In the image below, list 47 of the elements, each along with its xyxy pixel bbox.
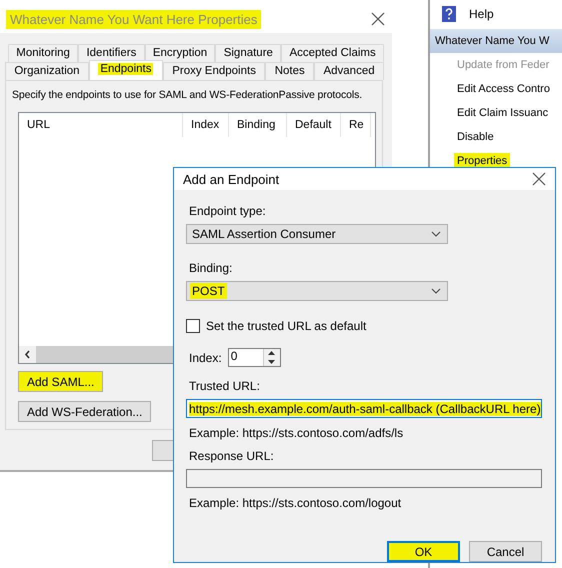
- example-text: Example: https://sts.contoso.com/logout: [189, 496, 402, 510]
- column-header[interactable]: Binding: [229, 113, 287, 137]
- field-label: Binding:: [189, 261, 234, 277]
- help-icon[interactable]: [441, 6, 457, 22]
- chevron-down-icon[interactable]: [431, 231, 441, 237]
- actions-header[interactable]: Whatever Name You W: [430, 29, 562, 53]
- tab[interactable]: Proxy Endpoints: [162, 62, 266, 80]
- tab[interactable]: Organization: [5, 62, 89, 80]
- dialog-title: Add an Endpoint: [183, 172, 280, 186]
- column-header[interactable]: Re: [341, 113, 371, 137]
- field-label: Endpoint type:: [189, 204, 267, 220]
- add-button[interactable]: Add WS-Federation...: [18, 401, 152, 422]
- close-icon[interactable]: [531, 171, 547, 187]
- scroll-left-icon[interactable]: [19, 346, 36, 363]
- action-item[interactable]: Edit Access Contro: [430, 77, 562, 101]
- endpoint-type-dropdown[interactable]: SAML Assertion Consumer: [186, 224, 448, 244]
- field-label: Response URL:: [189, 449, 275, 465]
- checkbox[interactable]: [186, 319, 200, 333]
- column-header[interactable]: Index: [183, 113, 229, 137]
- window-title: Whatever Name You Want Here Properties: [6, 10, 262, 28]
- chevron-down-icon[interactable]: [431, 288, 441, 294]
- example-text: Example: https://sts.contoso.com/adfs/ls: [189, 426, 404, 440]
- tab[interactable]: Monitoring: [8, 44, 78, 62]
- column-header[interactable]: URL: [19, 113, 183, 137]
- tab[interactable]: Notes: [265, 62, 314, 80]
- action-item[interactable]: Edit Claim Issuanc: [430, 101, 562, 125]
- tab[interactable]: Encryption: [144, 44, 216, 62]
- binding-dropdown[interactable]: POST: [186, 281, 448, 301]
- trusted-url-field[interactable]: https://mesh.example.com/auth-saml-callback (CallbackURL here): [186, 399, 542, 418]
- description-text: Specify the endpoints to use for SAML and WS-FederationPassive protocols.: [12, 88, 364, 102]
- tab[interactable]: Endpoints: [88, 60, 163, 80]
- column-header[interactable]: Default: [287, 113, 341, 137]
- dialog-button[interactable]: OK: [387, 541, 460, 562]
- dialog-button[interactable]: Cancel: [469, 541, 542, 562]
- field-label: Index:: [189, 350, 222, 364]
- index-spinner[interactable]: 0: [228, 348, 281, 367]
- help-link[interactable]: Help: [469, 7, 494, 21]
- tab[interactable]: Advanced: [314, 62, 384, 80]
- response-url-field[interactable]: [186, 469, 542, 488]
- tab[interactable]: Signature: [215, 44, 282, 62]
- action-item[interactable]: Disable: [430, 125, 562, 149]
- add-button[interactable]: Add SAML...: [18, 371, 104, 392]
- tab[interactable]: Accepted Claims: [281, 44, 384, 62]
- tab[interactable]: Identifiers: [78, 44, 145, 62]
- close-icon[interactable]: [370, 11, 386, 27]
- checkbox-label[interactable]: Set the trusted URL as default: [206, 319, 366, 333]
- field-label: Trusted URL:: [189, 379, 261, 395]
